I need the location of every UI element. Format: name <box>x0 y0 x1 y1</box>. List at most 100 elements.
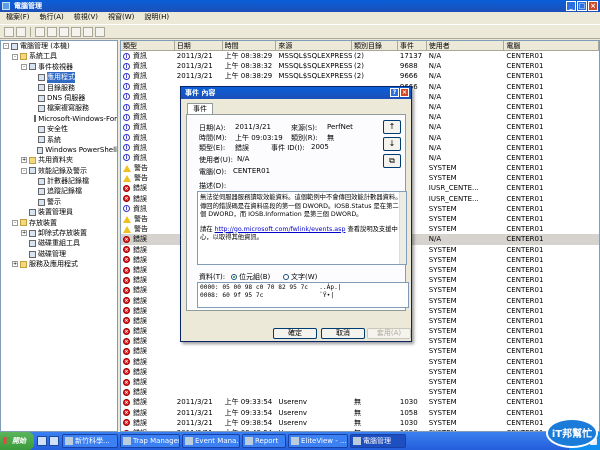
show-tree-icon[interactable] <box>47 27 57 37</box>
menu-help[interactable]: 說明(H) <box>144 12 169 23</box>
radio-words[interactable]: 文字(W) <box>283 272 317 282</box>
table-row[interactable]: × 錯誤 SYSTEM CENTER01 <box>121 367 599 377</box>
properties-icon[interactable] <box>59 27 69 37</box>
table-row[interactable]: × 錯誤 2011/3/21 上午 09:33:54 Userenv 無 1058 SYSTE… <box>121 408 599 418</box>
tree-node[interactable]: 追蹤記錄檔 <box>1 186 117 196</box>
refresh-icon[interactable] <box>71 27 81 37</box>
error-icon: × <box>123 317 130 325</box>
browser-icon[interactable] <box>49 436 59 446</box>
description-scrollbar[interactable] <box>399 192 406 264</box>
radio-bytes[interactable]: 位元組(B) <box>231 272 270 282</box>
table-row[interactable]: × 錯誤 SYSTEM CENTER01 <box>121 346 599 356</box>
tree-node[interactable]: 檔案複寫服務 <box>1 103 117 113</box>
minimize-button[interactable]: _ <box>566 1 576 11</box>
tree-node[interactable]: 警示 <box>1 197 117 207</box>
tree-node[interactable]: 目錄服務 <box>1 83 117 93</box>
cell-type: 警告 <box>121 224 175 234</box>
description-box[interactable]: 無法從伺服器服務讀取效能資料。這個範例中不會傳回效能計數器資料。傳回的錯誤碼是在… <box>197 191 407 265</box>
menu-window[interactable]: 視窗(W) <box>108 12 134 23</box>
cell-type-label: 錯誤 <box>133 245 147 254</box>
back-icon[interactable] <box>4 27 14 37</box>
dialog-help-button[interactable]: ? <box>390 88 399 97</box>
next-event-button[interactable]: ↓ <box>383 137 401 151</box>
table-row[interactable]: i 資訊 2011/3/21 上午 08:38:29 MSSQL$SQLEXPRESS(… <box>121 51 599 61</box>
dialog-titlebar[interactable]: 事件 內容 ? × <box>181 87 411 99</box>
tree-node[interactable]: 裝置管理員 <box>1 207 117 217</box>
col-time[interactable]: 時間 <box>223 41 277 50</box>
col-type[interactable]: 類型 <box>121 41 175 50</box>
cell-category <box>352 346 398 356</box>
collapse-icon[interactable]: - <box>3 43 9 50</box>
window-titlebar[interactable]: 電腦管理 _ □ × <box>0 0 600 12</box>
tree-node[interactable]: 磁碟重組工具 <box>1 238 117 248</box>
warning-icon <box>123 225 131 233</box>
tree-node[interactable]: 計數器記錄檔 <box>1 176 117 186</box>
table-row[interactable]: i 資訊 2011/3/21 上午 08:38:29 MSSQL$SQLEXPRESS(… <box>121 71 599 81</box>
tree-node[interactable]: - 存放裝置 <box>1 218 117 228</box>
collapse-icon[interactable]: - <box>12 219 18 226</box>
help-link[interactable]: http://go.microsoft.com/fwlink/events.as… <box>215 226 346 233</box>
forward-icon[interactable] <box>16 27 26 37</box>
tree-node[interactable]: 應用程式 <box>1 72 117 83</box>
tree-node[interactable]: Microsoft-Windows-For <box>1 114 117 124</box>
col-date[interactable]: 日期 <box>175 41 223 50</box>
ok-button[interactable]: 確定 <box>273 328 317 339</box>
task-2[interactable]: Trap Manager <box>120 434 180 448</box>
table-row[interactable]: × 錯誤 SYSTEM CENTER01 <box>121 377 599 387</box>
tree-node[interactable]: + 共用資料夾 <box>1 155 117 165</box>
table-row[interactable]: i 資訊 2011/3/21 上午 08:38:32 MSSQL$SQLEXPRESS(… <box>121 61 599 71</box>
start-button[interactable]: 開始 <box>0 432 34 450</box>
tree-node[interactable]: 磁碟管理 <box>1 249 117 259</box>
collapse-icon[interactable]: - <box>12 53 18 60</box>
col-computer[interactable]: 電腦 <box>504 41 599 50</box>
export-icon[interactable] <box>83 27 93 37</box>
expand-icon[interactable]: + <box>12 261 18 268</box>
expand-icon[interactable]: + <box>21 230 27 237</box>
cell-computer: CENTER01 <box>506 52 544 60</box>
tree-node[interactable]: + 服務及應用程式 <box>1 259 117 269</box>
tree-node[interactable]: - 電腦管理 (本機) <box>1 41 117 51</box>
tree-node[interactable]: DNS 伺服器 <box>1 93 117 103</box>
copy-button[interactable]: ⧉ <box>383 154 401 168</box>
menu-view[interactable]: 檢視(V) <box>74 12 98 23</box>
tree-node[interactable]: + 卸除式存放裝置 <box>1 228 117 238</box>
menu-action[interactable]: 執行(A) <box>40 12 64 23</box>
col-event[interactable]: 事件 <box>398 41 427 50</box>
tree-node[interactable]: 系統 <box>1 135 117 145</box>
close-button[interactable]: × <box>588 1 598 11</box>
col-source[interactable]: 來源 <box>276 41 353 50</box>
dialog-close-button[interactable]: × <box>400 88 409 97</box>
task-3[interactable]: Event Mana... <box>182 434 240 448</box>
table-row[interactable]: × 錯誤 SYSTEM CENTER01 <box>121 387 599 397</box>
tree-node[interactable]: - 系統工具 <box>1 51 117 61</box>
console-tree[interactable]: - 電腦管理 (本機) - 系統工具 - 事件檢視器 應用程式 目錄服務 DNS 伺服器 檔案複寫… <box>0 40 118 432</box>
tree-node[interactable]: - 事件檢視器 <box>1 62 117 72</box>
tree-node[interactable]: Windows PowerShell <box>1 145 117 155</box>
cancel-button[interactable]: 取消 <box>321 328 365 339</box>
tree-node[interactable]: 安全性 <box>1 124 117 134</box>
task-6[interactable]: 電腦管理 <box>350 434 406 448</box>
task-5[interactable]: EliteView - ... <box>288 434 348 448</box>
task-4[interactable]: Report <box>242 434 286 448</box>
data-hex-box[interactable]: 0000: 05 00 98 c0 70 82 95 7c ..Àp.| 0008… <box>197 282 409 308</box>
expand-icon[interactable]: + <box>21 157 27 164</box>
up-icon[interactable] <box>35 27 45 37</box>
previous-event-button[interactable]: ↑ <box>383 120 401 134</box>
collapse-icon[interactable]: - <box>21 63 27 70</box>
help-icon[interactable] <box>95 27 105 37</box>
menu-file[interactable]: 檔案(F) <box>6 12 30 23</box>
collapse-icon[interactable]: - <box>21 167 27 174</box>
task-1[interactable]: 新竹科學... <box>62 434 118 448</box>
tab-event[interactable]: 事件 <box>187 103 213 114</box>
apply-button[interactable]: 套用(A) <box>367 328 411 339</box>
table-row[interactable]: × 錯誤 2011/3/21 上午 09:33:54 Userenv 無 1030 SYSTE… <box>121 397 599 407</box>
table-row[interactable]: × 錯誤 2011/3/21 上午 09:38:54 Userenv 無 1030 SYSTE… <box>121 418 599 428</box>
table-row[interactable]: × 錯誤 SYSTEM CENTER01 <box>121 357 599 367</box>
show-desktop-icon[interactable] <box>37 436 47 446</box>
col-user[interactable]: 使用者 <box>427 41 505 50</box>
node-icon <box>38 188 45 196</box>
tree-node[interactable]: - 效能記錄及警示 <box>1 166 117 176</box>
col-category[interactable]: 類別目錄 <box>352 41 398 50</box>
cell-type-label: 錯誤 <box>133 388 147 397</box>
maximize-button[interactable]: □ <box>577 1 587 11</box>
